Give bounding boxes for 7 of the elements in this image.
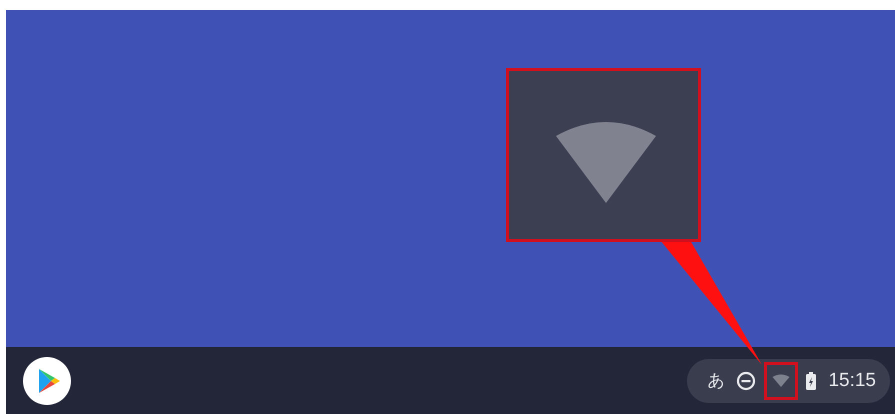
battery-icon — [806, 372, 816, 390]
clock-time[interactable]: 15:15 — [828, 370, 876, 392]
play-store-icon[interactable] — [23, 356, 71, 404]
input-method-label[interactable]: あ — [707, 369, 724, 392]
do-not-disturb-icon[interactable] — [736, 370, 756, 390]
status-tray[interactable]: あ 15:15 — [687, 358, 890, 402]
wifi-icon[interactable] — [772, 374, 790, 388]
